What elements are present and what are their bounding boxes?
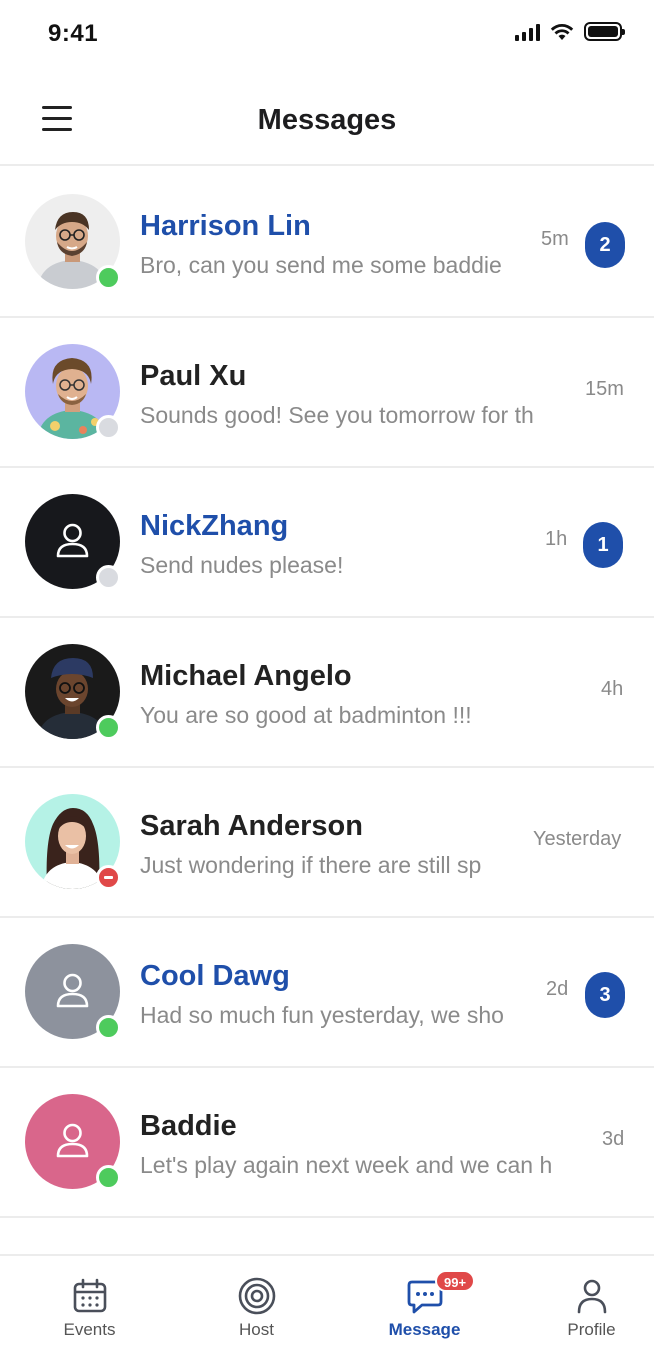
avatar — [25, 944, 121, 1040]
contact-name: Cool Dawg — [140, 960, 290, 992]
status-icons — [515, 22, 625, 41]
message-preview: Sounds good! See you tomorrow for th — [140, 402, 534, 428]
message-preview: Just wondering if there are still sp — [140, 852, 482, 878]
message-time: 15m — [585, 378, 624, 400]
conversation-row[interactable]: NickZhang Send nudes please! 1h 1 — [0, 468, 654, 618]
online-status-dot — [96, 1165, 121, 1190]
contact-name: Harrison Lin — [140, 210, 311, 242]
offline-status-dot — [96, 565, 121, 590]
avatar — [25, 1094, 121, 1190]
status-bar: 9:41 — [0, 0, 654, 68]
tab-label: Profile — [567, 1320, 616, 1339]
message-preview: Send nudes please! — [140, 552, 344, 578]
conversation-list: Harrison Lin Bro, can you send me some b… — [0, 168, 654, 1218]
message-preview: You are so good at badminton !!! — [140, 702, 472, 728]
message-preview: Bro, can you send me some baddie — [140, 252, 502, 278]
message-preview: Let's play again next week and we can h — [140, 1152, 553, 1178]
message-time: 1h — [545, 528, 568, 550]
wifi-icon — [550, 23, 574, 40]
conversation-row[interactable]: Baddie Let's play again next week and we… — [0, 1068, 654, 1218]
unread-badge: 2 — [585, 222, 625, 268]
contact-name: Paul Xu — [140, 360, 247, 392]
tab-label: Host — [239, 1320, 274, 1339]
conversation-row[interactable]: Sarah Anderson Just wondering if there a… — [0, 768, 654, 918]
conversation-row[interactable]: Michael Angelo You are so good at badmin… — [0, 618, 654, 768]
contact-name: Michael Angelo — [140, 660, 352, 692]
tab-label: Events — [63, 1320, 116, 1339]
message-preview: Had so much fun yesterday, we sho — [140, 1002, 504, 1028]
contact-name: NickZhang — [140, 510, 289, 542]
contact-name: Sarah Anderson — [140, 810, 363, 842]
message-time: 4h — [601, 678, 624, 700]
avatar — [25, 344, 121, 440]
cellular-signal-icon — [515, 23, 540, 41]
target-icon — [238, 1277, 275, 1315]
user-icon — [577, 1279, 606, 1314]
offline-status-dot — [96, 415, 121, 440]
busy-status-dot — [96, 865, 121, 890]
tab-events[interactable]: Events — [8, 1256, 171, 1362]
app-header: Messages — [0, 68, 654, 166]
message-time: 2d — [546, 978, 569, 1000]
message-time: Yesterday — [533, 828, 622, 850]
tab-label: Message — [388, 1320, 461, 1339]
status-time: 9:41 — [48, 20, 99, 47]
message-time: 3d — [602, 1128, 625, 1150]
tab-message[interactable]: 99+ Message — [343, 1256, 506, 1362]
unread-badge: 3 — [585, 972, 625, 1018]
online-status-dot — [96, 1015, 121, 1040]
online-status-dot — [96, 265, 121, 290]
notification-badge: 99+ — [435, 1270, 476, 1292]
page-title: Messages — [257, 104, 397, 136]
avatar — [25, 644, 121, 740]
avatar — [25, 494, 121, 590]
tab-profile[interactable]: Profile — [510, 1256, 654, 1362]
calendar-icon — [73, 1278, 106, 1313]
contact-name: Baddie — [140, 1110, 237, 1142]
tab-bar: Events Host 99+ Message Profile — [0, 1254, 654, 1362]
unread-badge: 1 — [583, 522, 623, 568]
conversation-row[interactable]: Harrison Lin Bro, can you send me some b… — [0, 168, 654, 318]
online-status-dot — [96, 715, 121, 740]
message-time: 5m — [541, 228, 569, 250]
avatar — [25, 794, 121, 890]
conversation-row[interactable]: Cool Dawg Had so much fun yesterday, we … — [0, 918, 654, 1068]
tab-host[interactable]: Host — [175, 1256, 338, 1362]
avatar — [25, 194, 121, 290]
battery-icon — [584, 22, 625, 41]
conversation-row[interactable]: Paul Xu Sounds good! See you tomorrow fo… — [0, 318, 654, 468]
